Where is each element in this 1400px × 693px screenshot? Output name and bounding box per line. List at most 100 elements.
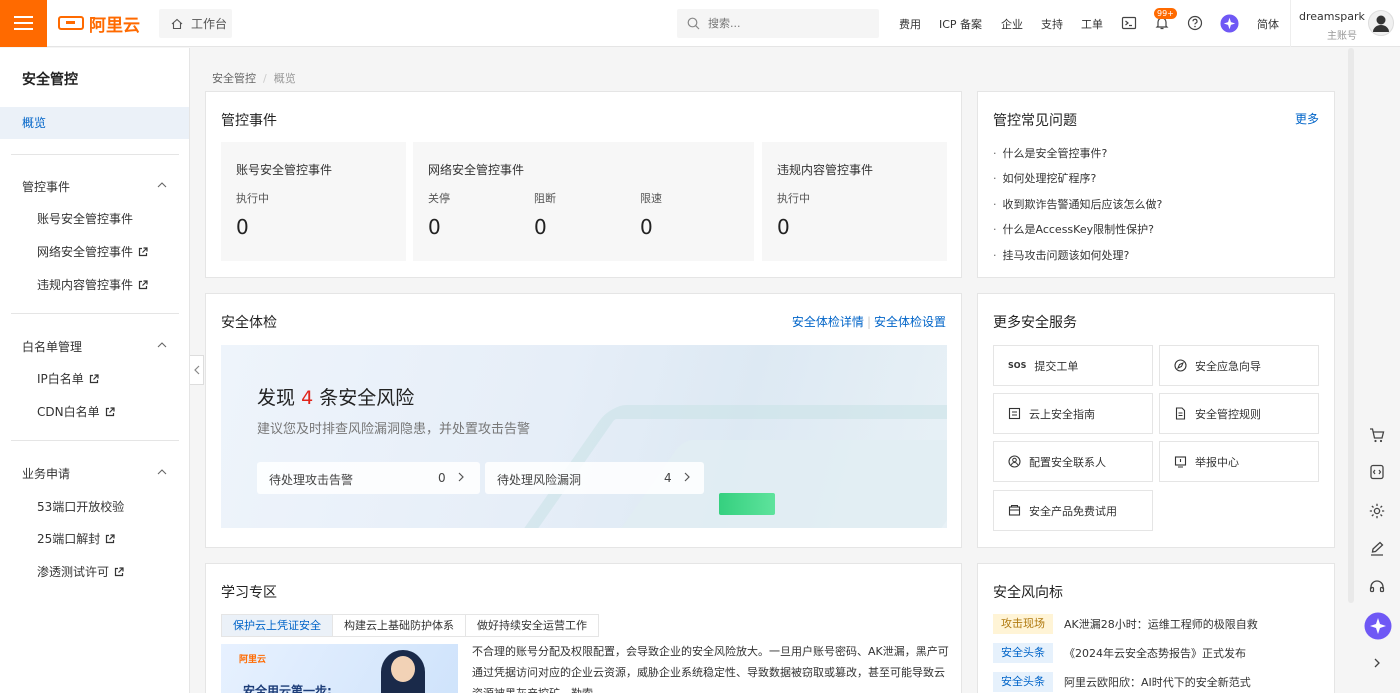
banner-decoration: [719, 493, 775, 515]
sidebar-item-ip-whitelist[interactable]: IP白名单: [37, 370, 99, 387]
pending-alerts-button[interactable]: 待处理攻击告警 0: [257, 462, 480, 494]
help-icon[interactable]: [1187, 15, 1203, 31]
news-title: AK泄漏28小时：运维工程师的极限自救: [1064, 618, 1258, 631]
avatar[interactable]: [1368, 10, 1394, 36]
page-scrollbar[interactable]: [1348, 48, 1354, 603]
card-title: 安全体检: [221, 315, 277, 331]
chevron-up-icon[interactable]: [157, 180, 167, 190]
sidebar-item-port53[interactable]: 53端口开放校验: [37, 498, 124, 515]
pending-vulns-button[interactable]: 待处理风险漏洞 4: [485, 462, 704, 494]
content-events-box[interactable]: 违规内容管控事件 执行中 0: [762, 142, 947, 261]
sidebar-item-label: 渗透测试许可: [37, 565, 110, 579]
notification-badge: 99+: [1154, 8, 1177, 19]
card-title: 更多安全服务: [993, 315, 1077, 331]
headset-icon[interactable]: [1368, 578, 1386, 596]
settings-gear-icon[interactable]: [1368, 502, 1386, 520]
edit-icon[interactable]: [1368, 540, 1386, 558]
terminal-icon[interactable]: [1121, 15, 1137, 31]
breadcrumb-link[interactable]: 安全管控: [212, 72, 256, 85]
nav-enterprise[interactable]: 企业: [1001, 16, 1023, 32]
event-box-title: 违规内容管控事件: [777, 163, 874, 177]
chevron-up-icon[interactable]: [157, 467, 167, 477]
sidebar-item-content-events[interactable]: 违规内容管控事件: [37, 276, 148, 293]
sidebar-divider: [11, 440, 179, 441]
report-center-button[interactable]: 举报中心: [1159, 441, 1319, 482]
chevron-left-icon: [193, 365, 199, 375]
health-check-links: 安全体检详情 | 安全体检设置: [791, 315, 946, 329]
faq-card: 管控常见问题 更多 什么是安全管控事件? 如何处理挖矿程序? 收到欺诈告警通知后…: [977, 91, 1335, 278]
chevron-right-icon[interactable]: [1371, 657, 1383, 669]
api-icon[interactable]: [1368, 463, 1386, 481]
faq-item[interactable]: 什么是AccessKey限制性保护?: [993, 221, 1154, 237]
tab-credential-security[interactable]: 保护云上凭证安全: [221, 614, 333, 637]
sidebar-item-network-events[interactable]: 网络安全管控事件: [37, 243, 148, 260]
health-check-card: 安全体检 安全体检详情 | 安全体检设置 发现 4 条安全风险 建议您及时排查风险漏…: [205, 293, 962, 548]
pending-vulns-value: 4: [664, 471, 672, 485]
chevron-up-icon[interactable]: [157, 340, 167, 350]
product-icon: [1008, 505, 1021, 516]
external-link-icon: [89, 373, 99, 383]
language-switch[interactable]: 简体: [1257, 16, 1279, 32]
sidebar-item-port25[interactable]: 25端口解封: [37, 530, 115, 547]
faq-item[interactable]: 收到欺诈告警通知后应该怎么做?: [993, 196, 1163, 212]
learning-thumbnail[interactable]: 阿里云 安全用云第一步:: [221, 644, 458, 693]
search-box[interactable]: [677, 9, 879, 38]
faq-more-link[interactable]: 更多: [1295, 110, 1319, 127]
tab-basic-protection[interactable]: 构建云上基础防护体系: [332, 614, 466, 637]
news-title: 《2024年云安全态势报告》正式发布: [1064, 647, 1246, 660]
event-value: 0: [777, 215, 790, 239]
event-box-title: 账号安全管控事件: [236, 163, 333, 177]
control-rules-button[interactable]: 安全管控规则: [1159, 393, 1319, 434]
external-link-icon: [114, 566, 124, 576]
ai-assistant-icon[interactable]: [1364, 612, 1392, 640]
sidebar-group-business-requests[interactable]: 业务申请: [22, 465, 70, 482]
nav-billing[interactable]: 费用: [899, 16, 921, 32]
workbench-button[interactable]: 工作台: [159, 9, 232, 38]
risk-headline: 发现 4 条安全风险: [257, 383, 414, 410]
security-trends-card: 安全风向标 攻击现场 AK泄漏28小时：运维工程师的极限自救 安全头条 《202…: [977, 563, 1335, 693]
tab-continuous-operations[interactable]: 做好持续安全运营工作: [465, 614, 599, 637]
nav-support[interactable]: 支持: [1041, 16, 1063, 32]
ai-assistant-icon[interactable]: [1220, 14, 1239, 33]
nav-icp-filing[interactable]: ICP 备案: [939, 16, 982, 32]
sidebar-group-control-events[interactable]: 管控事件: [22, 178, 70, 195]
sidebar-item-account-events[interactable]: 账号安全管控事件: [37, 210, 133, 227]
home-icon: [171, 18, 183, 29]
faq-item[interactable]: 如何处理挖矿程序?: [993, 170, 1097, 186]
sidebar-group-whitelist[interactable]: 白名单管理: [22, 338, 82, 355]
account-events-box[interactable]: 账号安全管控事件 执行中 0: [221, 142, 406, 261]
hamburger-menu-button[interactable]: [0, 0, 47, 47]
network-events-box[interactable]: 网络安全管控事件 关停 阻断 限速 0 0 0: [413, 142, 754, 261]
event-label: 阻断: [534, 192, 556, 205]
pending-vulns-label: 待处理风险漏洞: [497, 473, 582, 487]
faq-item[interactable]: 什么是安全管控事件?: [993, 145, 1108, 161]
health-check-settings-link[interactable]: 安全体检设置: [874, 315, 946, 329]
compass-icon: [1174, 359, 1187, 372]
service-label: 安全管控规则: [1195, 407, 1261, 421]
search-input[interactable]: [708, 17, 868, 30]
service-label: 安全应急向导: [1195, 359, 1261, 373]
news-item[interactable]: 安全头条 阿里云欧阳欣：AI时代下的安全新范式: [993, 670, 1251, 693]
nav-ticket[interactable]: 工单: [1081, 16, 1103, 32]
sidebar-item-cdn-whitelist[interactable]: CDN白名单: [37, 403, 115, 420]
cloud-security-guide-button[interactable]: 云上安全指南: [993, 393, 1153, 434]
faq-item[interactable]: 挂马攻击问题该如何处理?: [993, 247, 1130, 263]
health-check-details-link[interactable]: 安全体检详情: [792, 315, 864, 329]
sidebar-collapse-button[interactable]: [190, 355, 204, 385]
user-menu[interactable]: dreamspark 主账号: [1290, 0, 1400, 47]
logo-mark-icon: [58, 16, 84, 30]
aliyun-logo[interactable]: 阿里云: [58, 12, 140, 36]
news-title: 阿里云欧阳欣：AI时代下的安全新范式: [1064, 676, 1251, 689]
cart-icon[interactable]: [1368, 426, 1386, 444]
card-title: 管控常见问题: [993, 113, 1077, 129]
news-item[interactable]: 安全头条 《2024年云安全态势报告》正式发布: [993, 641, 1246, 665]
emergency-guide-button[interactable]: 安全应急向导: [1159, 345, 1319, 386]
event-label: 执行中: [236, 192, 269, 205]
security-contact-button[interactable]: 配置安全联系人: [993, 441, 1153, 482]
free-trial-button[interactable]: 安全产品免费试用: [993, 490, 1153, 531]
submit-ticket-button[interactable]: SOS 提交工单: [993, 345, 1153, 386]
sidebar-item-pentest[interactable]: 渗透测试许可: [37, 563, 124, 580]
sidebar-title: 安全管控: [22, 72, 78, 88]
news-item[interactable]: 攻击现场 AK泄漏28小时：运维工程师的极限自救: [993, 612, 1258, 636]
sidebar-item-overview[interactable]: 概览: [0, 107, 189, 139]
